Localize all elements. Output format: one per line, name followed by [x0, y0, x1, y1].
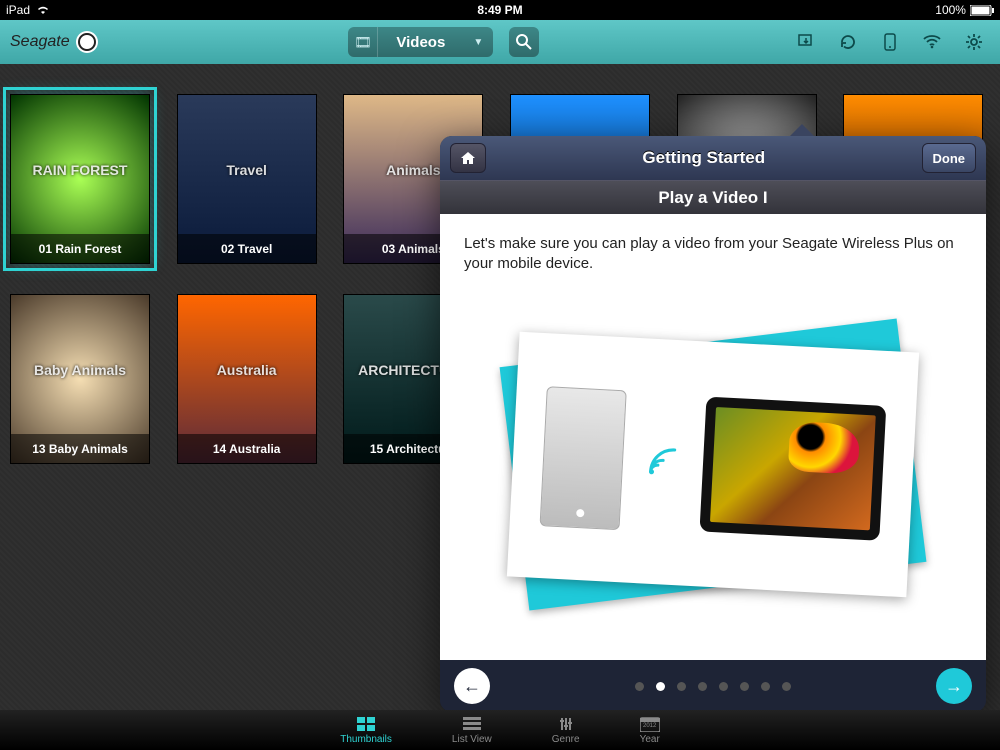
thumbnail-caption: 01 Rain Forest	[10, 234, 150, 264]
wifi-status-icon	[36, 5, 50, 15]
brand-logo: Seagate	[10, 31, 98, 53]
brand-name: Seagate	[10, 33, 70, 51]
download-icon	[797, 33, 815, 51]
ipad-icon	[699, 397, 886, 541]
app-header: Seagate 🎞 Videos ▼	[0, 20, 1000, 64]
page-dot[interactable]	[656, 682, 665, 691]
tab-thumbnails[interactable]: Thumbnails	[340, 716, 392, 745]
thumbnail-item[interactable]: Baby Animals 13 Baby Animals	[10, 294, 150, 464]
popover-body: Let's make sure you can play a video fro…	[440, 214, 986, 660]
clock-label: 8:49 PM	[335, 3, 664, 17]
gear-icon	[965, 33, 983, 51]
tab-label: Thumbnails	[340, 734, 392, 745]
popover-illustration	[464, 290, 962, 641]
page-dots	[500, 682, 926, 691]
page-dot[interactable]	[740, 682, 749, 691]
page-dot[interactable]	[635, 682, 644, 691]
popover-title: Getting Started	[486, 148, 922, 168]
calendar-year-badge: 2012	[640, 723, 660, 729]
page-dot[interactable]	[677, 682, 686, 691]
thumbnail-item[interactable]: Australia 14 Australia	[177, 294, 317, 464]
search-icon	[516, 34, 532, 50]
thumbnail-caption: 14 Australia	[177, 434, 317, 464]
battery-percent: 100%	[935, 3, 966, 17]
popover-footer: ← →	[440, 660, 986, 710]
film-icon: 🎞	[348, 27, 378, 57]
illustration-card-front	[507, 332, 919, 598]
category-dropdown[interactable]: 🎞 Videos ▼	[348, 27, 493, 57]
popover-header: Getting Started Done	[440, 136, 986, 180]
carrier-label: iPad	[6, 3, 30, 17]
arrow-left-icon: ←	[463, 676, 481, 697]
refresh-icon	[839, 33, 857, 51]
search-button[interactable]	[509, 27, 539, 57]
phone-icon	[884, 33, 896, 51]
settings-button[interactable]	[958, 27, 990, 57]
page-dot[interactable]	[698, 682, 707, 691]
tab-label: Genre	[552, 734, 580, 745]
page-dot[interactable]	[719, 682, 728, 691]
popover-text: Let's make sure you can play a video fro…	[464, 234, 962, 275]
tab-label: Year	[640, 734, 660, 745]
thumbnail-overlay: RAIN FOREST	[11, 162, 149, 178]
refresh-button[interactable]	[832, 27, 864, 57]
popover-pointer	[790, 124, 814, 136]
page-dot[interactable]	[761, 682, 770, 691]
tab-list-view[interactable]: List View	[452, 716, 492, 745]
wifi-button[interactable]	[916, 27, 948, 57]
thumbnail-item[interactable]: RAIN FOREST 01 Rain Forest	[10, 94, 150, 264]
category-label: Videos	[378, 34, 463, 51]
battery-icon	[970, 5, 994, 16]
ios-status-bar: iPad 8:49 PM 100%	[0, 0, 1000, 20]
grid-icon	[356, 716, 376, 732]
thumbnail-caption: 13 Baby Animals	[10, 434, 150, 464]
popover-subtitle: Play a Video I	[440, 180, 986, 214]
thumbnail-caption: 02 Travel	[177, 234, 317, 264]
sliders-icon	[556, 716, 576, 732]
thumbnail-item[interactable]: Travel 02 Travel	[177, 94, 317, 264]
getting-started-popover: Getting Started Done Play a Video I Let'…	[440, 136, 986, 710]
home-icon	[460, 151, 476, 165]
bottom-tab-bar: Thumbnails List View Genre 2012 Year	[0, 710, 1000, 750]
next-button[interactable]: →	[936, 668, 972, 704]
thumbnail-overlay: Baby Animals	[11, 362, 149, 378]
seagate-logo-icon	[76, 31, 98, 53]
home-button[interactable]	[450, 143, 486, 173]
tab-year[interactable]: 2012 Year	[640, 716, 660, 745]
download-button[interactable]	[790, 27, 822, 57]
content-area: RAIN FOREST 01 Rain Forest Travel 02 Travel…	[0, 64, 1000, 710]
wifi-icon	[923, 35, 941, 49]
done-label: Done	[933, 151, 966, 166]
device-button[interactable]	[874, 27, 906, 57]
thumbnail-overlay: Travel	[178, 162, 316, 178]
page-dot[interactable]	[782, 682, 791, 691]
prev-button[interactable]: ←	[454, 668, 490, 704]
list-icon	[462, 716, 482, 732]
done-button[interactable]: Done	[922, 143, 977, 173]
wireless-icon	[642, 441, 684, 483]
tab-label: List View	[452, 734, 492, 745]
thumbnail-overlay: Australia	[178, 362, 316, 378]
tab-genre[interactable]: Genre	[552, 716, 580, 745]
chevron-down-icon: ▼	[463, 37, 493, 48]
hard-drive-icon	[540, 386, 627, 530]
calendar-icon: 2012	[640, 716, 660, 732]
arrow-right-icon: →	[945, 676, 963, 697]
